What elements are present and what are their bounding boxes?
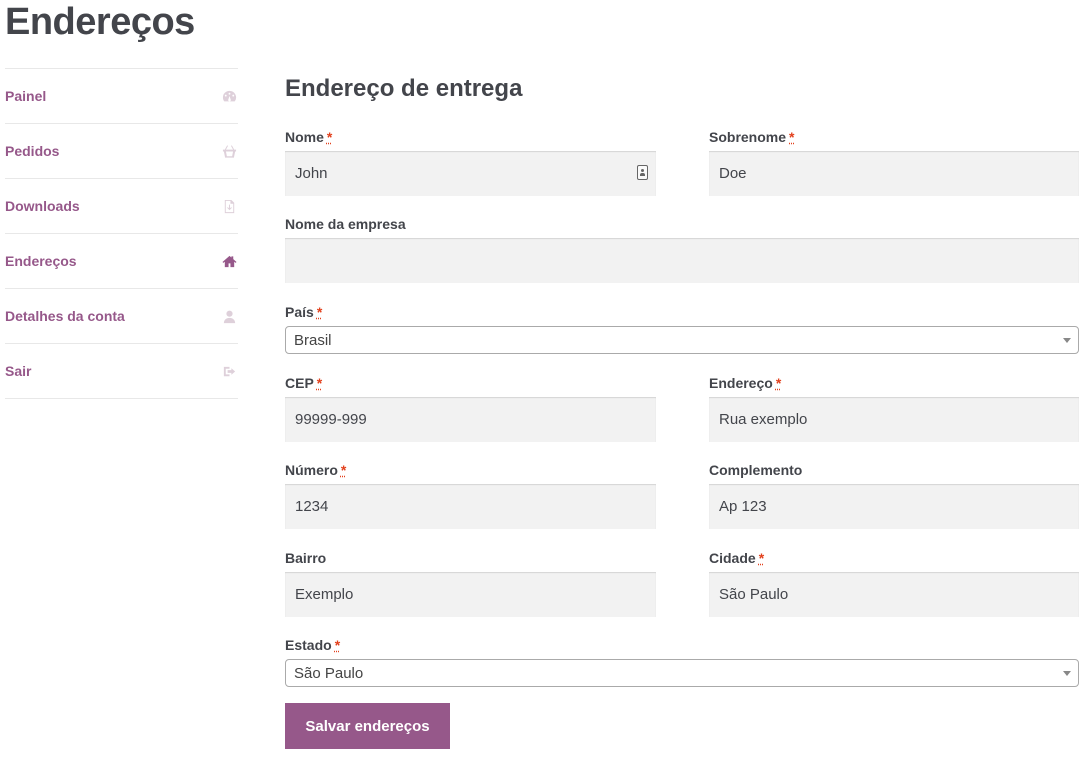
sidebar-item-enderecos[interactable]: Endereços — [5, 233, 238, 288]
number-label: Número * — [285, 462, 347, 478]
city-value: São Paulo — [719, 586, 789, 603]
last-name-label: Sobrenome * — [709, 129, 795, 145]
number-input[interactable]: 1234 — [285, 484, 656, 529]
state-select[interactable]: São Paulo — [285, 659, 1079, 687]
sidebar-item-label: Endereços — [5, 253, 77, 269]
number-value: 1234 — [295, 498, 329, 515]
address-field: Endereço * Rua exemplo — [709, 374, 1079, 442]
country-select[interactable]: Brasil — [285, 326, 1079, 354]
sidebar-item-detalhes-da-conta[interactable]: Detalhes da conta — [5, 288, 238, 343]
required-mark: * — [326, 129, 333, 145]
required-mark: * — [775, 375, 782, 391]
neighborhood-input[interactable]: Exemplo — [285, 572, 656, 617]
required-mark: * — [340, 462, 347, 478]
home-icon — [221, 253, 237, 269]
chevron-down-icon — [1063, 671, 1071, 676]
first-name-label: Nome * — [285, 129, 333, 145]
state-value: São Paulo — [294, 664, 364, 682]
last-name-input[interactable]: Doe — [709, 151, 1079, 196]
sidebar-item-label: Painel — [5, 88, 47, 104]
neighborhood-label: Bairro — [285, 550, 327, 566]
address-label: Endereço * — [709, 375, 782, 391]
sidebar-item-pedidos[interactable]: Pedidos — [5, 123, 238, 178]
neighborhood-field: Bairro Exemplo — [285, 549, 656, 617]
required-mark: * — [316, 375, 323, 391]
section-title: Endereço de entrega — [285, 75, 523, 102]
page-title: Endereços — [5, 1, 195, 43]
country-field: País * Brasil — [285, 303, 1079, 354]
sidebar-item-label: Downloads — [5, 198, 80, 214]
country-value: Brasil — [294, 331, 332, 349]
complement-field: Complemento Ap 123 — [709, 461, 1079, 529]
required-mark: * — [789, 129, 795, 145]
file-download-icon — [221, 198, 237, 214]
basket-icon — [221, 143, 237, 159]
sidebar-item-label: Pedidos — [5, 143, 60, 159]
required-mark: * — [334, 637, 341, 653]
city-input[interactable]: São Paulo — [709, 572, 1079, 617]
first-name-value: John — [295, 165, 328, 182]
number-field: Número * 1234 — [285, 461, 656, 529]
save-addresses-button[interactable]: Salvar endereços — [285, 703, 450, 749]
company-field: Nome da empresa — [285, 215, 1079, 283]
last-name-value: Doe — [719, 165, 747, 182]
complement-label: Complemento — [709, 462, 803, 478]
chevron-down-icon — [1063, 338, 1071, 343]
sidebar-item-label: Detalhes da conta — [5, 308, 125, 324]
city-label: Cidade * — [709, 550, 765, 566]
company-input[interactable] — [285, 238, 1079, 283]
country-label: País * — [285, 304, 323, 320]
neighborhood-value: Exemplo — [295, 586, 354, 603]
address-input[interactable]: Rua exemplo — [709, 397, 1079, 442]
city-field: Cidade * São Paulo — [709, 549, 1079, 617]
first-name-input[interactable]: John — [285, 151, 656, 196]
user-icon — [221, 308, 237, 324]
state-field: Estado * São Paulo — [285, 636, 1079, 687]
address-value: Rua exemplo — [719, 411, 808, 428]
company-label: Nome da empresa — [285, 216, 406, 232]
sidebar-item-label: Sair — [5, 363, 32, 379]
complement-input[interactable]: Ap 123 — [709, 484, 1079, 529]
required-mark: * — [316, 304, 323, 320]
account-navigation: Painel Pedidos Downloads Endereços Detal… — [5, 68, 238, 399]
sidebar-item-painel[interactable]: Painel — [5, 68, 238, 123]
postcode-value: 99999-999 — [295, 411, 367, 428]
sidebar-item-sair[interactable]: Sair — [5, 343, 238, 399]
sidebar-item-downloads[interactable]: Downloads — [5, 178, 238, 233]
postcode-label: CEP * — [285, 375, 323, 391]
postcode-input[interactable]: 99999-999 — [285, 397, 656, 442]
first-name-field: Nome * John — [285, 128, 656, 196]
state-label: Estado * — [285, 637, 341, 653]
required-mark: * — [758, 550, 765, 566]
last-name-field: Sobrenome * Doe — [709, 128, 1079, 196]
sign-out-icon — [221, 363, 237, 379]
complement-value: Ap 123 — [719, 498, 767, 515]
postcode-field: CEP * 99999-999 — [285, 374, 656, 442]
contact-card-icon[interactable] — [637, 165, 648, 180]
dashboard-icon — [221, 88, 237, 104]
